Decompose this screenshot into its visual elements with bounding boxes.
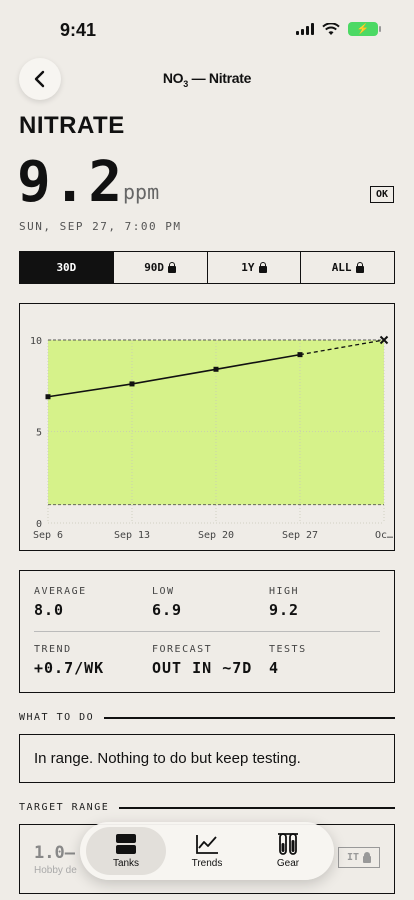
data-point	[129, 381, 135, 387]
y-tick-label: 0	[36, 519, 42, 530]
y-tick-label: 10	[30, 336, 42, 347]
status-badge: OK	[369, 186, 394, 203]
x-tick-label: Sep 27	[282, 530, 318, 541]
what-to-do-header: WHAT TO DO	[19, 712, 395, 723]
current-value: 9.2	[17, 150, 125, 215]
stat-high: HIGH 9.2	[269, 586, 299, 619]
target-range-header: TARGET RANGE	[19, 802, 395, 813]
target-range-value: 1.0–	[34, 843, 75, 863]
stat-low: LOW 6.9	[152, 586, 182, 619]
stat-tests-value: 4	[269, 659, 280, 677]
stat-average-label: AVERAGE	[34, 586, 87, 597]
tanks-icon	[116, 834, 136, 854]
battery-charging-icon: ⚡	[348, 22, 381, 36]
tab-30d-label: 30D	[56, 261, 77, 274]
y-tick-label: 5	[36, 428, 42, 439]
target-range-subtitle: Hobby de	[34, 865, 77, 876]
stat-average-value: 8.0	[34, 601, 65, 619]
stat-low-label: LOW	[152, 586, 175, 597]
x-tick-label: Sep 20	[198, 530, 234, 541]
wifi-icon	[322, 22, 340, 35]
tab-90d[interactable]: 90D	[112, 252, 207, 283]
stats-divider	[34, 631, 380, 632]
stat-low-value: 6.9	[152, 601, 183, 619]
cellular-signal-icon	[296, 23, 314, 35]
edit-target-label: IT	[346, 852, 359, 863]
reading-timestamp: SUN, SEP 27, 7:00 PM	[19, 220, 182, 233]
trends-icon	[196, 835, 218, 854]
stat-high-value: 9.2	[269, 601, 300, 619]
stat-trend-value: +0.7/WK	[34, 659, 105, 677]
stat-trend: TREND +0.7/WK	[34, 644, 104, 677]
data-point	[45, 394, 51, 400]
what-to-do-label: WHAT TO DO	[19, 712, 95, 723]
tab-90d-label: 90D	[144, 261, 165, 274]
target-range-label: TARGET RANGE	[19, 802, 110, 813]
advice-text: In range. Nothing to do but keep testing…	[34, 750, 301, 767]
stats-panel: AVERAGE 8.0 LOW 6.9 HIGH 9.2 TREND +0.7/…	[19, 570, 395, 693]
status-time: 9:41	[60, 20, 97, 40]
test-tubes-icon	[278, 833, 298, 855]
stat-trend-label: TREND	[34, 644, 72, 655]
advice-card: In range. Nothing to do but keep testing…	[19, 734, 395, 783]
edit-target-button[interactable]: IT	[337, 847, 380, 868]
nav-title-formula: NO	[162, 70, 184, 86]
x-tick-label: Sep 6	[33, 530, 63, 541]
stat-high-label: HIGH	[269, 586, 300, 597]
stat-forecast: FORECAST OUT IN ~7D	[152, 644, 252, 677]
lock-icon	[258, 261, 267, 273]
lock-icon	[168, 261, 177, 273]
stat-tests: TESTS 4	[269, 644, 307, 677]
tab-trends-label: Trends	[191, 858, 223, 869]
tab-tanks-label: Tanks	[112, 858, 140, 869]
section-rule	[104, 716, 395, 719]
range-tabs: 30D 90D 1Y ALL	[19, 251, 395, 284]
status-bar: 9:41 ⚡	[0, 0, 414, 56]
stat-forecast-label: FORECAST	[152, 644, 213, 655]
nav-title-name: — Nitrate	[188, 70, 252, 86]
tab-gear[interactable]: Gear	[248, 827, 328, 875]
stat-tests-label: TESTS	[269, 644, 307, 655]
tab-1y[interactable]: 1Y	[206, 252, 301, 283]
x-tick-label: Sep 13	[114, 530, 150, 541]
status-icons: ⚡	[296, 22, 381, 36]
chart-canvas: 0 5 10 Sep 6 Sep 13 Sep 20 Sep 27 Oc…	[30, 335, 393, 541]
parameter-heading: NITRATE	[19, 112, 125, 139]
tab-1y-label: 1Y	[241, 261, 255, 274]
tab-trends[interactable]: Trends	[167, 827, 247, 875]
tab-all-label: ALL	[331, 261, 352, 274]
stat-average: AVERAGE 8.0	[34, 586, 87, 619]
trend-chart: 0 5 10 Sep 6 Sep 13 Sep 20 Sep 27 Oc…	[19, 303, 395, 551]
tab-gear-label: Gear	[276, 858, 300, 869]
tab-tanks[interactable]: Tanks	[86, 827, 166, 875]
x-tick-label: Oc…	[375, 530, 393, 541]
nav-title: NO3 — Nitrate	[0, 70, 414, 89]
lock-icon	[363, 851, 371, 863]
bottom-tab-bar: Tanks Trends Gear	[80, 822, 334, 880]
section-rule	[119, 806, 395, 809]
data-point	[213, 366, 219, 372]
tab-all[interactable]: ALL	[300, 252, 394, 283]
stat-forecast-value: OUT IN ~7D	[152, 659, 253, 677]
lock-icon	[355, 261, 364, 273]
tab-30d[interactable]: 30D	[20, 252, 113, 283]
value-unit: ppm	[123, 180, 160, 204]
